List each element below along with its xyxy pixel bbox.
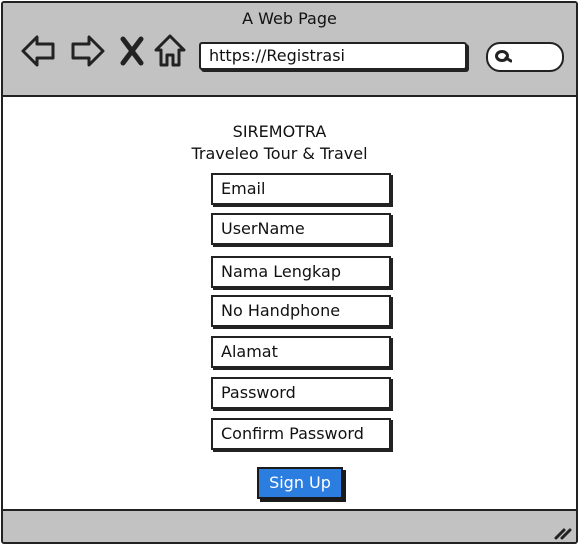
confirm-password-field[interactable]: Confirm Password <box>211 418 391 450</box>
phone-field[interactable]: No Handphone <box>211 295 391 327</box>
email-placeholder: Email <box>221 179 266 198</box>
window-title: A Web Page <box>242 9 337 28</box>
search-box[interactable] <box>486 42 564 72</box>
browser-toolbar: A Web Page https://Registrasi <box>3 3 576 97</box>
address-placeholder: Alamat <box>221 342 278 361</box>
home-icon[interactable] <box>153 33 187 69</box>
browser-window: A Web Page https://Registrasi SIREMOTRA <box>1 1 578 544</box>
resize-grip-icon[interactable] <box>552 522 572 540</box>
address-field[interactable]: Alamat <box>211 336 391 368</box>
brand-subtitle: Traveleo Tour & Travel <box>191 144 368 163</box>
username-placeholder: UserName <box>221 219 305 238</box>
full-name-field[interactable]: Nama Lengkap <box>211 256 391 288</box>
email-field[interactable]: Email <box>211 173 391 205</box>
back-arrow-icon[interactable] <box>19 33 59 69</box>
address-bar[interactable]: https://Registrasi <box>199 42 467 70</box>
password-field[interactable]: Password <box>211 377 391 409</box>
close-icon[interactable] <box>119 33 145 69</box>
page-content: SIREMOTRA Traveleo Tour & Travel Email U… <box>3 97 576 509</box>
brand-name: SIREMOTRA <box>232 122 327 141</box>
search-icon <box>495 50 512 63</box>
address-bar-url: https://Registrasi <box>209 46 345 65</box>
forward-arrow-icon[interactable] <box>67 33 107 69</box>
sign-up-button[interactable]: Sign Up <box>257 467 343 499</box>
password-placeholder: Password <box>221 383 296 402</box>
full-name-placeholder: Nama Lengkap <box>221 262 341 281</box>
confirm-password-placeholder: Confirm Password <box>221 424 364 443</box>
phone-placeholder: No Handphone <box>221 301 341 320</box>
username-field[interactable]: UserName <box>211 213 391 245</box>
status-bar <box>3 509 576 542</box>
